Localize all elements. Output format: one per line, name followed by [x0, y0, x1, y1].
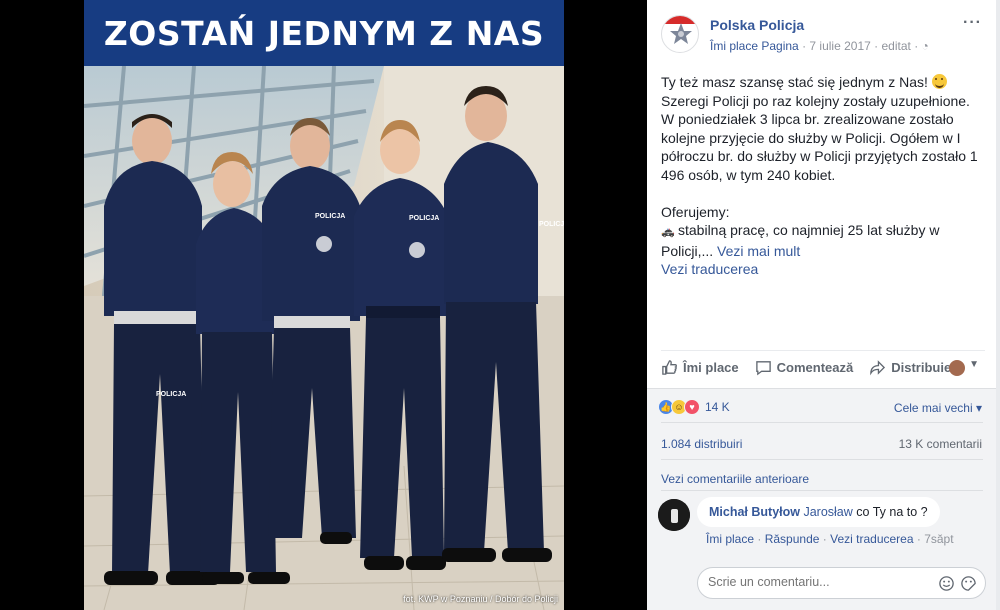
offer-heading: Oferujemy: [661, 203, 730, 220]
like-button[interactable]: Îmi place [661, 359, 739, 376]
divider [661, 459, 983, 460]
chevron-down-icon: ▾ [975, 401, 982, 415]
see-more-link[interactable]: Vezi mai mult [717, 243, 800, 259]
comment-count[interactable]: 13 K comentarii [899, 437, 982, 451]
comment-like-link[interactable]: Îmi place [706, 532, 754, 546]
page-name[interactable]: Polska Policja [710, 17, 804, 33]
reactions-summary[interactable]: 👍 ☺ ♥ 14 K [658, 399, 730, 415]
share-label: Distribuie [891, 360, 952, 375]
emoji-icon[interactable] [938, 575, 955, 592]
thumbs-up-icon [662, 360, 677, 375]
comment-mention[interactable]: Jarosław [803, 505, 852, 519]
uniform-label: POLICJA [539, 221, 564, 228]
post-text: Ty też masz szansę stać się jednym z Nas… [661, 73, 985, 279]
view-previous-comments-link[interactable]: Vezi comentariile anterioare [661, 472, 809, 486]
meta-separator: · [914, 39, 922, 53]
banner-text: ZOSTAŃ JEDNYM Z NAS [103, 13, 545, 53]
comment-author[interactable]: Michał Butyłow [709, 505, 800, 519]
page-avatar[interactable] [661, 15, 699, 53]
police-star-icon [662, 16, 698, 44]
post-date[interactable]: 7 iulie 2017 [809, 39, 870, 53]
comment-text: co Ty na to ? [856, 505, 928, 519]
like-page-link[interactable]: Îmi place Pagina [710, 39, 799, 53]
like-label: Îmi place [683, 360, 739, 375]
post-action-bar: Îmi place Comentează Distribuie ▼ [661, 350, 985, 384]
chevron-down-icon[interactable]: ▼ [969, 359, 979, 370]
sticker-icon[interactable] [960, 575, 977, 592]
post-header: Polska Policja Îmi place Pagina · 7 iuli… [647, 0, 996, 64]
comment-sort-dropdown[interactable]: Cele mai vechi ▾ [894, 401, 982, 415]
uniform-label: POLICJA [156, 391, 186, 398]
police-car-emoji-icon: 🚓 [661, 226, 675, 238]
comment-composer[interactable] [697, 567, 986, 599]
screenshot-root: ZOSTAŃ JEDNYM Z NAS POLICJA POLICJA POLI… [0, 0, 1000, 610]
share-button[interactable]: Distribuie [869, 359, 951, 376]
sort-label: Cele mai vechi [893, 401, 973, 415]
police-officers-illustration: POLICJA POLICJA POLICJA POLICJA [84, 66, 564, 610]
edited-label[interactable]: editat [881, 39, 910, 53]
comment-time[interactable]: 7săpt [924, 532, 953, 546]
uniform-label: POLICJA [315, 213, 345, 220]
post-headline: Ty też masz szansę stać się jednym z Nas… [661, 74, 928, 90]
comments-section: 👍 ☺ ♥ 14 K Cele mai vechi ▾ 1.084 distri… [647, 388, 996, 610]
share-count[interactable]: 1.084 distribuiri [661, 437, 742, 451]
uniform-label: POLICJA [409, 215, 439, 222]
divider [661, 490, 983, 491]
globe-icon: ◔ [921, 39, 929, 53]
comment-input[interactable] [708, 575, 928, 589]
smile-emoji-icon [931, 74, 947, 89]
comment-label: Comentează [776, 360, 854, 375]
share-arrow-icon [870, 360, 886, 376]
photo-banner: ZOSTAŃ JEDNYM Z NAS [84, 0, 564, 66]
actor-avatar[interactable] [949, 360, 965, 376]
post-meta: Îmi place Pagina · 7 iulie 2017 · editat… [710, 39, 929, 53]
comment-bubble: Michał Butyłow Jarosław co Ty na to ? [697, 497, 940, 527]
post-paragraph: Szeregi Policji po raz kolejny zostały u… [661, 92, 978, 183]
commenter-avatar[interactable] [658, 499, 690, 531]
facebook-post: Polska Policja Îmi place Pagina · 7 iuli… [647, 0, 996, 610]
comment-translate-link[interactable]: Vezi traducerea [830, 532, 913, 546]
avatar-image [658, 499, 690, 531]
post-photo[interactable]: ZOSTAŃ JEDNYM Z NAS POLICJA POLICJA POLI… [84, 0, 564, 610]
divider [661, 422, 983, 423]
comment-reply-link[interactable]: Răspunde [765, 532, 820, 546]
see-translation-link[interactable]: Vezi traducerea [661, 261, 758, 277]
more-options-icon[interactable]: ··· [963, 14, 982, 32]
photo-credit: fot. KWP w Poznaniu / Dobór do Policji [403, 594, 558, 604]
separator: · [757, 532, 765, 546]
comment-icon [755, 361, 771, 376]
comment-button[interactable]: Comentează [755, 359, 854, 376]
scrollbar[interactable] [996, 0, 1000, 610]
reaction-count: 14 K [705, 400, 730, 414]
comment-actions: Îmi place · Răspunde · Vezi traducerea ·… [706, 532, 954, 546]
love-reaction-icon: ♥ [684, 399, 700, 415]
